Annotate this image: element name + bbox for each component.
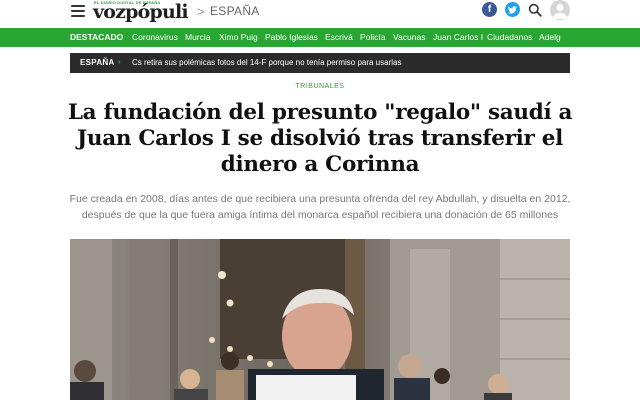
nav-featured-label: DESTACADO: [70, 32, 124, 42]
ticker-headline-link[interactable]: Cs retira sus polémicas fotos del 14-F p…: [132, 58, 401, 67]
topics-nav: DESTACADO Coronavirus Murcia Ximo Puig P…: [0, 28, 640, 47]
article-photo: [70, 239, 570, 400]
ticker-section-label: ESPAÑA: [80, 58, 115, 67]
nav-item-juan-carlos[interactable]: Juan Carlos I: [433, 32, 483, 42]
nav-item-ciudadanos[interactable]: Ciudadanos: [487, 32, 532, 42]
nav-item-pablo-iglesias[interactable]: Pablo Iglesias: [265, 32, 318, 42]
article-headline: La fundación del presunto "regalo" saudí…: [67, 100, 573, 177]
breadcrumb-separator: >: [197, 4, 205, 19]
nav-item-adelg[interactable]: Adelg: [539, 32, 561, 42]
news-ticker: ESPAÑA › Cs retira sus polémicas fotos d…: [70, 53, 570, 73]
ticker-arrow-icon: ›: [118, 57, 121, 66]
nav-item-murcia[interactable]: Murcia: [185, 32, 211, 42]
search-icon[interactable]: [528, 3, 542, 17]
menu-icon[interactable]: [71, 5, 85, 17]
site-header: EL DIARIO DIGITAL DE ESPAÑA vozpópuli > …: [0, 0, 640, 28]
nav-item-escriva[interactable]: Escrivá: [325, 32, 353, 42]
article-subtitle: Fue creada en 2008, días antes de que re…: [69, 193, 571, 221]
nav-item-policia[interactable]: Policía: [360, 32, 386, 42]
user-icon[interactable]: [550, 0, 570, 20]
nav-item-coronavirus[interactable]: Coronavirus: [132, 32, 178, 42]
section-link-espana[interactable]: ESPAÑA: [210, 4, 260, 18]
article-category[interactable]: TRIBUNALES: [0, 83, 640, 90]
facebook-icon[interactable]: f: [482, 2, 497, 17]
twitter-icon[interactable]: [505, 2, 520, 17]
nav-item-ximo-puig[interactable]: Ximo Puig: [219, 32, 258, 42]
logo-wordmark: vozpópuli: [93, 1, 189, 23]
nav-item-vacunas[interactable]: Vacunas: [393, 32, 425, 42]
